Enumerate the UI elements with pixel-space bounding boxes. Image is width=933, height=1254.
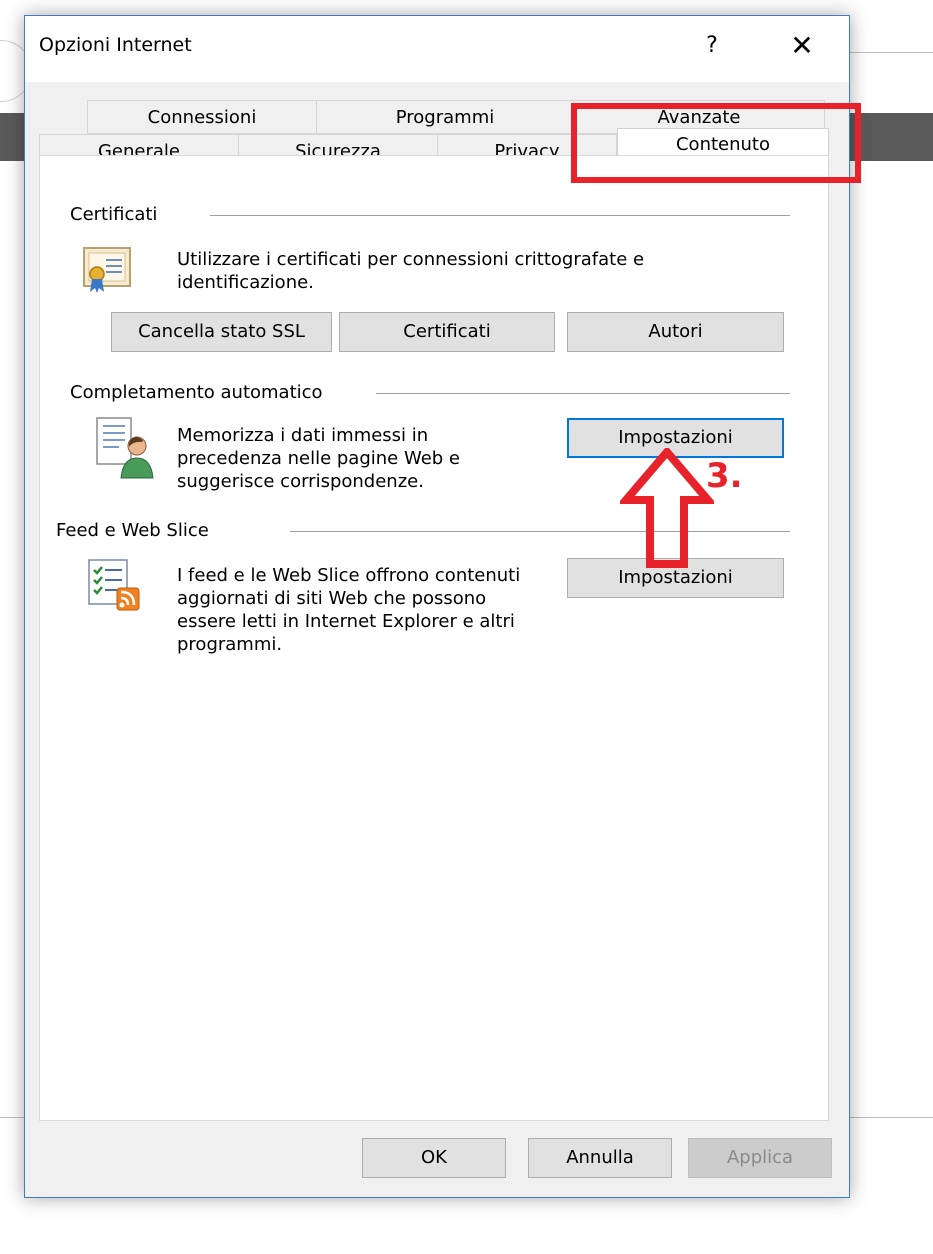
help-button[interactable]: ? (695, 26, 729, 66)
clear-ssl-state-button[interactable]: Cancella stato SSL (111, 312, 332, 352)
background-divider (848, 52, 933, 53)
autocomplete-heading: Completamento automatico (70, 382, 323, 403)
title-bar[interactable]: Opzioni Internet ? ✕ (25, 16, 849, 82)
feeds-divider (290, 531, 790, 532)
feeds-description-line2: aggiornati di siti Web che possono (177, 588, 487, 609)
feeds-description-line4: programmi. (177, 634, 283, 655)
apply-button[interactable]: Applica (688, 1138, 832, 1178)
dialog-title: Opzioni Internet (39, 34, 192, 56)
certificati-divider (210, 215, 790, 216)
publishers-button[interactable]: Autori (567, 312, 784, 352)
tab-connessioni[interactable]: Connessioni (87, 100, 317, 134)
annotation-up-arrow-icon (617, 445, 717, 573)
feed-rss-icon (87, 558, 143, 619)
feeds-description-line3: essere letti in Internet Explorer e altr… (177, 611, 515, 632)
tab-content-panel: Certificati Utilizzare i certificati per… (39, 155, 829, 1121)
close-button[interactable]: ✕ (780, 26, 824, 66)
autocomplete-description-line1: Memorizza i dati immessi in (177, 425, 429, 446)
feeds-heading: Feed e Web Slice (56, 520, 209, 541)
certificati-description-line2: identificazione. (177, 272, 314, 293)
feeds-description-line1: I feed e le Web Slice offrono contenuti (177, 565, 521, 586)
autocomplete-description-line2: precedenza nelle pagine Web e (177, 448, 460, 469)
certificati-heading: Certificati (70, 204, 158, 225)
internet-options-dialog: Opzioni Internet ? ✕ Connessioni Program… (24, 15, 850, 1198)
ok-button[interactable]: OK (362, 1138, 506, 1178)
annotation-step-label: 3. (706, 456, 743, 496)
tab-programmi[interactable]: Programmi (316, 100, 574, 134)
autocomplete-description-line3: suggerisce corrispondenze. (177, 471, 424, 492)
certificates-button[interactable]: Certificati (339, 312, 555, 352)
cancel-button[interactable]: Annulla (528, 1138, 672, 1178)
certificate-icon (82, 244, 134, 301)
autocomplete-divider (376, 393, 790, 394)
certificati-description-line1: Utilizzare i certificati per connessioni… (177, 249, 645, 270)
annotation-highlight-box (571, 103, 861, 183)
autocomplete-user-icon (95, 416, 157, 485)
